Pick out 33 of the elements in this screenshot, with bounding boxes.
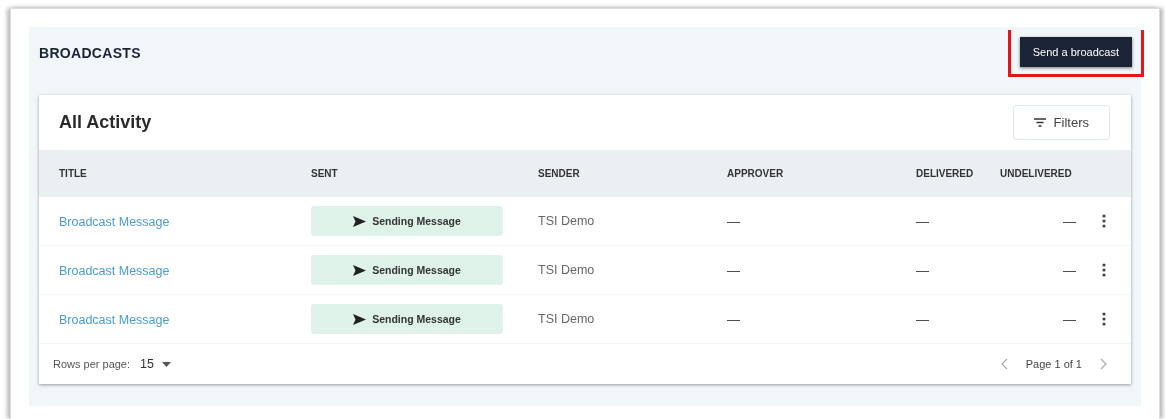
rows-per-page-label: Rows per page: [53,358,131,370]
approver-cell-text: — [727,311,741,327]
card-title: All Activity [59,112,152,133]
column-header: APPROVER [727,168,785,179]
sender-cell-text: TSI Demo [538,312,596,326]
undelivered-cell: — [1063,311,1076,327]
status-badge: Sending Message [311,255,503,285]
rows-per-page-select[interactable]: 15 [140,357,171,371]
delivered-cell-text: — [916,262,930,278]
send-icon [353,313,367,325]
page-title: BROADCASTS [39,45,141,61]
status-badge: Sending Message [311,206,503,236]
sender-cell-text: TSI Demo [538,214,596,228]
column-header: DELIVERED [916,168,975,179]
column-header: TITLE [59,168,88,179]
dropdown-caret-icon [161,361,171,367]
page-indicator: Page 1 of 1 [1025,358,1082,370]
undelivered-cell: — [1063,262,1076,278]
sender-cell-text: TSI Demo [538,263,596,277]
send-icon [353,264,367,276]
approver-cell-text: — [727,262,741,278]
approver-cell-text: — [727,213,741,229]
filters-button[interactable]: Filters [1012,105,1110,140]
filter-icon [1033,118,1046,127]
column-header: SENT [311,168,339,179]
delivered-cell-text: — [916,213,930,229]
column-header: UNDELIVERED [1000,168,1072,179]
send-icon [353,215,367,227]
undelivered-cell: — [1063,213,1076,229]
status-badge: Sending Message [311,304,503,334]
column-header: SENDER [538,168,581,179]
delivered-cell-text: — [916,311,930,327]
send-broadcast-button[interactable]: Send a broadcast [1019,37,1132,67]
